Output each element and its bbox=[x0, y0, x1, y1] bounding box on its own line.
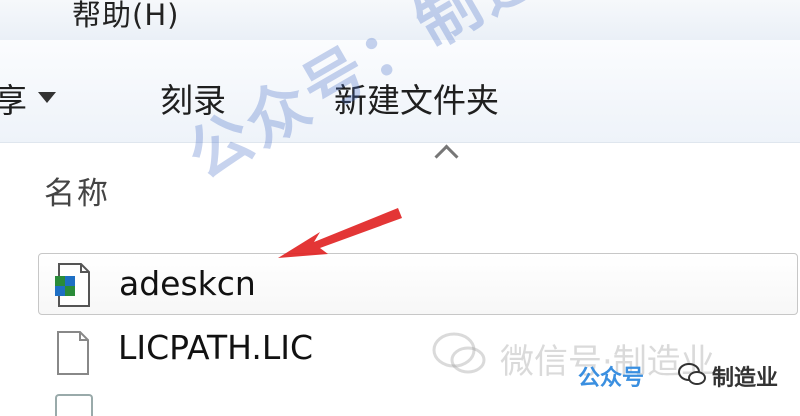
file-name: LICPATH.LIC bbox=[118, 328, 314, 367]
footer-watermark-right: 制造业 bbox=[712, 366, 779, 391]
share-button[interactable]: 享 bbox=[0, 74, 27, 122]
red-arrow-icon bbox=[278, 208, 402, 258]
partial-file-icon bbox=[55, 394, 93, 416]
column-header-name[interactable]: 名称 bbox=[44, 168, 110, 213]
burn-button[interactable]: 刻录 bbox=[160, 74, 226, 122]
new-folder-button[interactable]: 新建文件夹 bbox=[334, 74, 499, 122]
menu-bar: 帮助(H) bbox=[0, 0, 800, 41]
sort-ascending-icon bbox=[434, 144, 459, 169]
footer-watermark-left: 公众号 bbox=[578, 366, 645, 391]
command-toolbar: 享 刻录 新建文件夹 bbox=[0, 40, 800, 143]
wechat-small-icon bbox=[678, 363, 706, 385]
executable-file-icon bbox=[55, 263, 90, 307]
file-row-adeskcn[interactable]: adeskcn bbox=[38, 253, 798, 315]
file-name: adeskcn bbox=[119, 264, 256, 303]
wechat-logo-icon bbox=[432, 332, 486, 374]
document-file-icon bbox=[57, 331, 89, 375]
share-dropdown-caret-icon[interactable] bbox=[38, 92, 56, 103]
menu-item-help[interactable]: 帮助(H) bbox=[72, 0, 179, 34]
